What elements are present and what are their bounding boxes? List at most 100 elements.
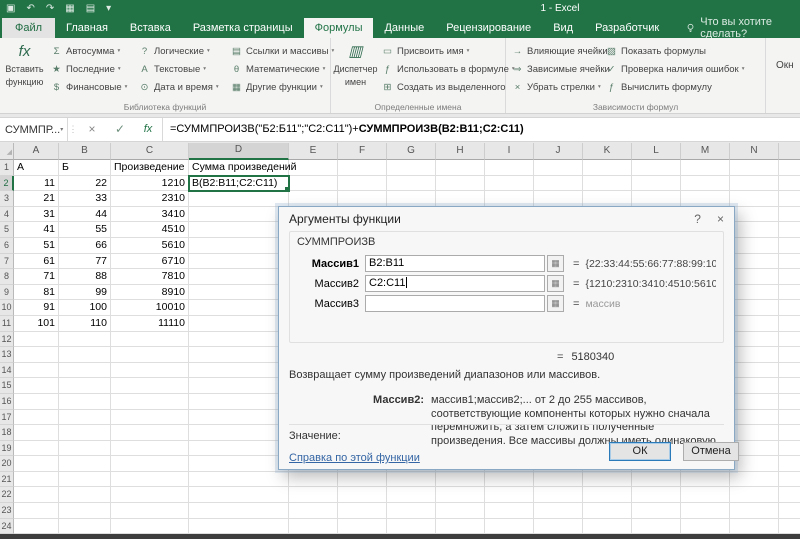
col-header-N[interactable]: N — [730, 143, 779, 160]
cell-C24[interactable] — [111, 519, 189, 534]
cell-B13[interactable] — [59, 347, 111, 363]
row-header-22[interactable]: 22 — [0, 487, 14, 503]
cell-I24[interactable] — [485, 519, 534, 534]
cell-L1[interactable] — [632, 160, 681, 176]
tab-данные[interactable]: Данные — [373, 18, 435, 38]
cell-A10[interactable]: 91 — [14, 300, 59, 316]
ribbon-item-финансовые[interactable]: $Финансовые▾ — [47, 78, 135, 96]
function-help-link[interactable]: Справка по этой функции — [289, 452, 420, 464]
tab-рецензирование[interactable]: Рецензирование — [435, 18, 542, 38]
col-header-H[interactable]: H — [436, 143, 485, 160]
cell-C15[interactable] — [111, 378, 189, 394]
cell-N8[interactable] — [730, 269, 779, 285]
cell-A11[interactable]: 101 — [14, 316, 59, 332]
ribbon-item-влияющие-ячейки[interactable]: →Влияющие ячейки — [508, 42, 602, 60]
cell-C11[interactable]: 11110 — [111, 316, 189, 332]
row-header-16[interactable]: 16 — [0, 394, 14, 410]
cell-N1[interactable] — [730, 160, 779, 176]
row-header-21[interactable]: 21 — [0, 472, 14, 488]
cell-C23[interactable] — [111, 503, 189, 519]
cell-B18[interactable] — [59, 425, 111, 441]
col-header-K[interactable]: K — [583, 143, 632, 160]
cell-K24[interactable] — [583, 519, 632, 534]
cell-G24[interactable] — [387, 519, 436, 534]
col-header-J[interactable]: J — [534, 143, 583, 160]
cell-N22[interactable] — [730, 487, 779, 503]
cell-B17[interactable] — [59, 410, 111, 426]
cell-N9[interactable] — [730, 285, 779, 301]
cell-D7[interactable] — [189, 254, 289, 270]
cell-K21[interactable] — [583, 472, 632, 488]
cell-B6[interactable]: 66 — [59, 238, 111, 254]
cell-A20[interactable] — [14, 456, 59, 472]
cell-L21[interactable] — [632, 472, 681, 488]
argument-input-массив3[interactable] — [365, 295, 545, 312]
cell-N4[interactable] — [730, 207, 779, 223]
cell-D13[interactable] — [189, 347, 289, 363]
cell-D24[interactable] — [189, 519, 289, 534]
cell-B5[interactable]: 55 — [59, 222, 111, 238]
cell-N16[interactable] — [730, 394, 779, 410]
ribbon-item-проверка-наличия-ошибок[interactable]: ✓Проверка наличия ошибок▾ — [602, 60, 764, 78]
cell-N7[interactable] — [730, 254, 779, 270]
dialog-close-icon[interactable]: × — [717, 212, 724, 226]
cell-C12[interactable] — [111, 332, 189, 348]
ribbon-item-вычислить-формулу[interactable]: ƒВычислить формулу — [602, 78, 764, 96]
cell-A19[interactable] — [14, 441, 59, 457]
cell-B9[interactable]: 99 — [59, 285, 111, 301]
cell-D15[interactable] — [189, 378, 289, 394]
cell-C22[interactable] — [111, 487, 189, 503]
cell-G3[interactable] — [387, 191, 436, 207]
cell-H1[interactable] — [436, 160, 485, 176]
tab-формулы[interactable]: Формулы — [304, 18, 374, 38]
cell-J1[interactable] — [534, 160, 583, 176]
cell-G2[interactable] — [387, 176, 436, 192]
cell-C10[interactable]: 10010 — [111, 300, 189, 316]
tab-вид[interactable]: Вид — [542, 18, 584, 38]
cell-D20[interactable] — [189, 456, 289, 472]
name-box-dropdown-icon[interactable]: ▾ — [60, 126, 63, 133]
cell-C13[interactable] — [111, 347, 189, 363]
cell-B10[interactable]: 100 — [59, 300, 111, 316]
ribbon-item-показать-формулы[interactable]: ▧Показать формулы — [602, 42, 764, 60]
ribbon-item-зависимые-ячейки[interactable]: ⇒Зависимые ячейки — [508, 60, 602, 78]
cell-C18[interactable] — [111, 425, 189, 441]
ribbon-item-логические[interactable]: ?Логические▾ — [135, 42, 227, 60]
cell-K23[interactable] — [583, 503, 632, 519]
cell-B16[interactable] — [59, 394, 111, 410]
cell-F24[interactable] — [338, 519, 387, 534]
cell-B21[interactable] — [59, 472, 111, 488]
col-header-C[interactable]: C — [111, 143, 189, 160]
cancel-button[interactable]: Отмена — [683, 442, 739, 461]
cell-A6[interactable]: 51 — [14, 238, 59, 254]
cell-C21[interactable] — [111, 472, 189, 488]
cell-L22[interactable] — [632, 487, 681, 503]
cell-C1[interactable]: Произведение — [111, 160, 189, 176]
cell-D10[interactable] — [189, 300, 289, 316]
cell-K1[interactable] — [583, 160, 632, 176]
cell-C20[interactable] — [111, 456, 189, 472]
cell-N15[interactable] — [730, 378, 779, 394]
cell-B12[interactable] — [59, 332, 111, 348]
enter-formula-button[interactable]: ✓ — [106, 118, 134, 141]
row-header-23[interactable]: 23 — [0, 503, 14, 519]
ribbon-item-создать-из-выделенного[interactable]: ⊞Создать из выделенного — [378, 78, 504, 96]
cell-D11[interactable] — [189, 316, 289, 332]
cell-C7[interactable]: 6710 — [111, 254, 189, 270]
cell-C14[interactable] — [111, 363, 189, 379]
cell-N2[interactable] — [730, 176, 779, 192]
redo-icon[interactable]: ↷ — [46, 0, 54, 18]
row-header-20[interactable]: 20 — [0, 456, 14, 472]
cell-M1[interactable] — [681, 160, 730, 176]
cell-N14[interactable] — [730, 363, 779, 379]
cell-B20[interactable] — [59, 456, 111, 472]
row-header-2[interactable]: 2 — [0, 176, 14, 192]
cell-D9[interactable] — [189, 285, 289, 301]
cell-A5[interactable]: 41 — [14, 222, 59, 238]
row-header-24[interactable]: 24 — [0, 519, 14, 534]
cell-J3[interactable] — [534, 191, 583, 207]
cell-B4[interactable]: 44 — [59, 207, 111, 223]
formula-input[interactable]: =СУММПРОИЗВ("Б2:Б11";"C2:C11")+СУММПРОИЗ… — [162, 118, 800, 141]
cell-E2[interactable] — [289, 176, 338, 192]
cell-N17[interactable] — [730, 410, 779, 426]
